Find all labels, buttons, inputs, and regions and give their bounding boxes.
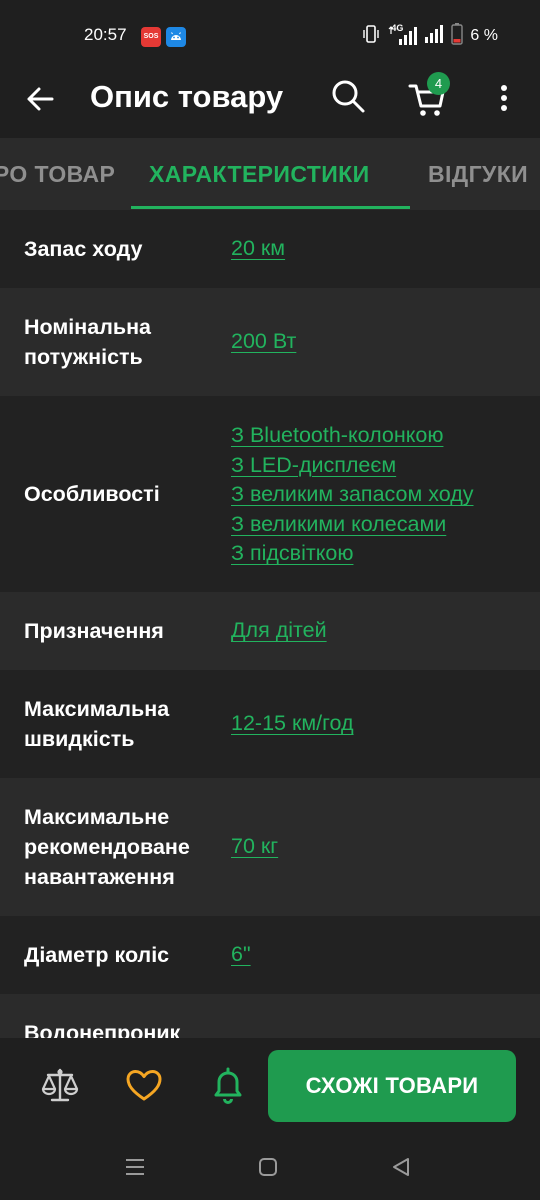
search-button[interactable] xyxy=(328,76,368,116)
characteristics-list: Запас ходу 20 км Номінальна потужність 2… xyxy=(0,210,540,1038)
more-options-button[interactable] xyxy=(490,78,518,118)
spec-row-max-load: Максимальне рекомендоване навантаження 7… xyxy=(0,778,540,916)
status-time: 20:57 xyxy=(84,25,127,44)
compare-button[interactable] xyxy=(38,1064,82,1108)
spec-value-link[interactable]: Для дітей xyxy=(231,616,327,646)
spec-row-waterproof: Водонепроник xyxy=(0,994,540,1038)
spec-row-features: Особливості З Bluetooth-колонкою З LED-д… xyxy=(0,396,540,592)
similar-products-button[interactable]: СХОЖІ ТОВАРИ xyxy=(268,1050,516,1122)
bell-icon xyxy=(214,1067,242,1104)
spec-label: Запас ходу xyxy=(24,237,143,261)
notify-button[interactable] xyxy=(206,1064,250,1108)
spec-value-link[interactable]: З великим запасом ходу xyxy=(231,480,474,510)
cart-count-badge: 4 xyxy=(427,72,450,95)
spec-value-link[interactable]: 70 кг xyxy=(231,832,278,862)
spec-label: Максимальне рекомендоване навантаження xyxy=(24,805,190,889)
home-button[interactable] xyxy=(253,1152,283,1182)
signal-icon xyxy=(424,24,444,49)
spec-label: Діаметр коліс xyxy=(24,943,170,967)
heart-icon xyxy=(126,1070,162,1101)
tab-characteristics[interactable]: ХАРАКТЕРИСТИКИ xyxy=(149,138,370,210)
arrow-back-icon xyxy=(27,87,54,111)
back-button[interactable] xyxy=(20,78,62,120)
spec-row-wheel-diameter: Діаметр коліс 6" xyxy=(0,916,540,994)
more-vert-icon xyxy=(501,85,507,111)
sos-app-icon: SOS xyxy=(141,27,161,47)
spec-row-range: Запас ходу 20 км xyxy=(0,210,540,288)
back-triangle-icon xyxy=(393,1158,409,1176)
spec-row-max-speed: Максимальна швидкість 12-15 км/год xyxy=(0,670,540,778)
spec-value-link[interactable]: 200 Вт xyxy=(231,327,296,357)
active-tab-indicator xyxy=(131,206,410,209)
spec-row-power: Номінальна потужність 200 Вт xyxy=(0,288,540,396)
spec-value-link[interactable]: 6" xyxy=(231,940,251,970)
recent-apps-button[interactable] xyxy=(120,1152,150,1182)
signal-4g-icon: 4G xyxy=(387,23,418,46)
battery-percent: 6 % xyxy=(470,27,498,44)
tab-about-product[interactable]: ПРО ТОВАР xyxy=(0,138,115,210)
spec-value-link[interactable]: З великими колесами xyxy=(231,510,474,540)
battery-icon xyxy=(451,22,464,50)
spec-value-link[interactable]: З Bluetooth-колонкою xyxy=(231,421,474,451)
spec-label: Водонепроник xyxy=(24,1021,181,1038)
spec-row-purpose: Призначення Для дітей xyxy=(0,592,540,670)
spec-value-link[interactable]: З LED-дисплеєм xyxy=(231,451,474,481)
spec-value-link[interactable]: 20 км xyxy=(231,234,285,264)
favorite-button[interactable] xyxy=(122,1064,166,1108)
android-app-icon xyxy=(166,27,186,47)
tab-reviews[interactable]: ВІДГУКИ xyxy=(428,138,528,210)
page-title: Опис товару xyxy=(90,79,284,114)
status-bar: 20:57 SOS 4G 6 % xyxy=(0,0,540,72)
spec-label: Призначення xyxy=(24,619,164,643)
bottom-action-bar: СХОЖІ ТОВАРИ xyxy=(0,1038,540,1134)
spec-label: Максимальна швидкість xyxy=(24,697,170,751)
tab-bar: ПРО ТОВАР ХАРАКТЕРИСТИКИ ВІДГУКИ xyxy=(0,138,540,210)
spec-label: Особливості xyxy=(24,482,160,506)
spec-value-link[interactable]: З підсвіткою xyxy=(231,539,474,569)
status-indicators: 4G 6 % xyxy=(362,22,498,50)
scales-icon xyxy=(41,1068,79,1102)
system-back-button[interactable] xyxy=(386,1152,416,1182)
recent-apps-icon xyxy=(126,1159,144,1175)
spec-value-link[interactable]: 12-15 км/год xyxy=(231,709,354,739)
home-icon xyxy=(259,1158,277,1176)
app-bar: Опис товару 4 xyxy=(0,72,540,138)
vibrate-icon xyxy=(362,24,380,49)
search-icon xyxy=(332,80,365,113)
spec-label: Номінальна потужність xyxy=(24,315,152,369)
system-nav-bar xyxy=(0,1134,540,1200)
network-type-label: 4G xyxy=(391,23,404,33)
